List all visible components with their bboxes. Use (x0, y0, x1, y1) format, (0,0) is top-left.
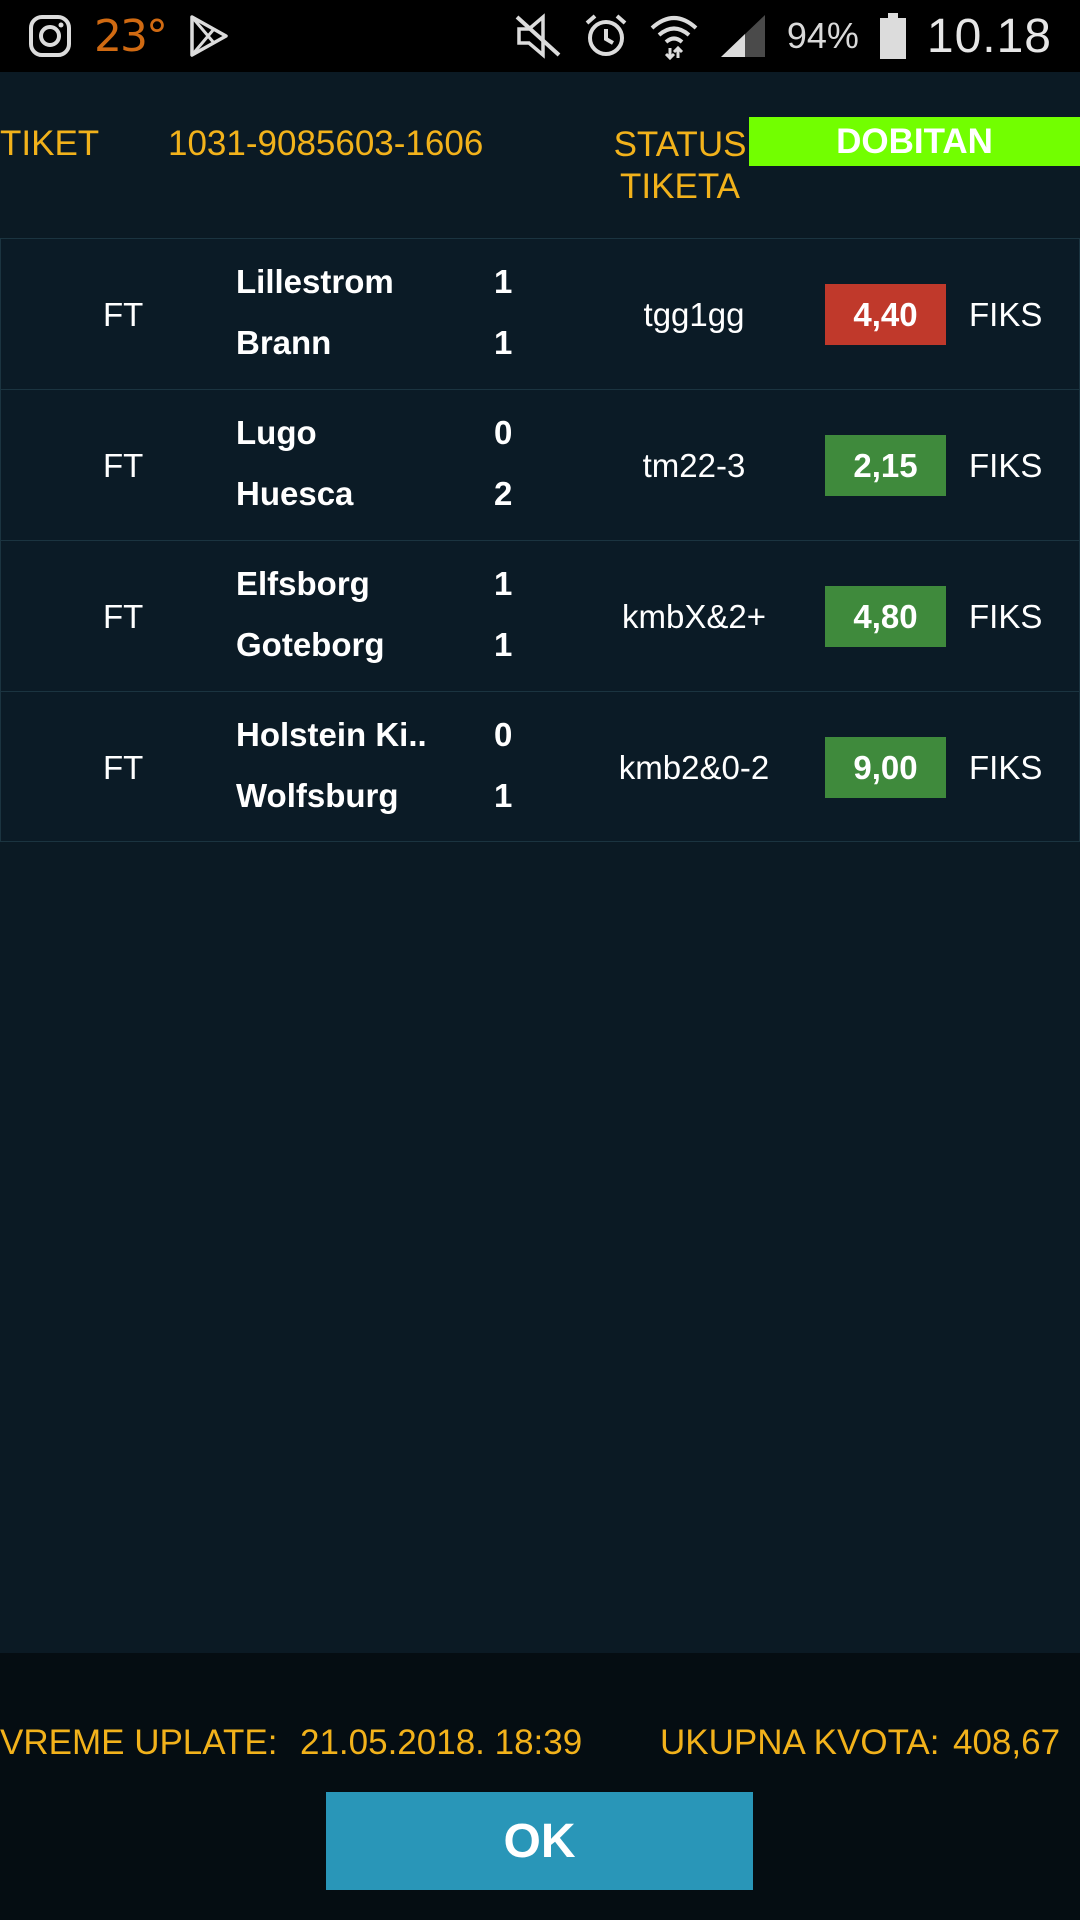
match-row[interactable]: FT Lugo Huesca 0 2 tm22-3 2,15 FIKS (0, 389, 1080, 540)
match-row[interactable]: FT Elfsborg Goteborg 1 1 kmbX&2+ 4,80 FI… (0, 540, 1080, 691)
bet-tip: tgg1gg (643, 295, 745, 333)
bet-tip: kmbX&2+ (622, 597, 766, 635)
bet-type: FIKS (969, 597, 1043, 635)
ticket-header: TIKET 1031-9085603-1606 STATUS TIKETA DO… (0, 72, 1080, 238)
total-odds-value: 408,67 (953, 1723, 1061, 1762)
ticket-footer: VREME UPLATE: 21.05.2018. 18:39 UKUPNA K… (0, 1653, 1080, 1920)
battery-percent-text: 94% (786, 15, 859, 56)
bet-tip: kmb2&0-2 (618, 748, 770, 786)
match-period: FT (103, 748, 144, 786)
away-score: 1 (494, 777, 513, 814)
odd-badge: 4,40 (825, 284, 946, 345)
signal-icon (720, 15, 765, 57)
ticket-label: TIKET (0, 124, 100, 163)
bet-type: FIKS (969, 446, 1043, 484)
away-score: 1 (494, 626, 513, 663)
bet-type: FIKS (969, 748, 1043, 786)
match-period: FT (103, 295, 144, 333)
payment-time-value: 21.05.2018. 18:39 (300, 1723, 583, 1762)
match-row[interactable]: FT Lillestrom Brann 1 1 tgg1gg 4,40 FIKS (0, 238, 1080, 389)
away-score: 1 (494, 324, 513, 361)
home-score: 0 (494, 716, 513, 753)
instagram-icon (29, 15, 71, 57)
battery-icon (879, 13, 906, 59)
odd-badge: 9,00 (825, 737, 946, 798)
total-odds-label: UKUPNA KVOTA: (660, 1723, 940, 1762)
home-team: Lugo (236, 414, 317, 451)
odd-badge: 2,15 (825, 435, 946, 496)
ticket-number: 1031-9085603-1606 (168, 124, 484, 163)
home-score: 0 (494, 414, 513, 451)
odd-badge: 4,80 (825, 586, 946, 647)
match-list: FT Lillestrom Brann 1 1 tgg1gg 4,40 FIKS… (0, 238, 1080, 842)
bet-type: FIKS (969, 295, 1043, 333)
status-label: STATUS TIKETA (613, 125, 747, 206)
clock-text: 10.18 (926, 9, 1052, 63)
status-badge: DOBITAN (749, 117, 1080, 166)
home-team: Lillestrom (236, 263, 394, 300)
home-score: 1 (494, 565, 513, 602)
home-team: Elfsborg (236, 565, 370, 602)
away-team: Huesca (236, 475, 354, 512)
bet-tip: tm22-3 (642, 446, 746, 484)
play-store-icon (190, 15, 228, 57)
away-score: 2 (494, 475, 513, 512)
away-team: Wolfsburg (236, 777, 399, 814)
home-score: 1 (494, 263, 513, 300)
mute-icon (515, 13, 561, 59)
alarm-icon (585, 14, 627, 56)
home-team: Holstein Ki.. (236, 716, 427, 753)
match-period: FT (103, 446, 144, 484)
away-team: Brann (236, 324, 332, 361)
status-bar: 23° 94% 10.18 (0, 0, 1080, 72)
ok-button[interactable]: OK (326, 1792, 753, 1890)
payment-time-label: VREME UPLATE: (0, 1723, 278, 1762)
temperature-text: 23° (94, 10, 168, 62)
match-period: FT (103, 597, 144, 635)
match-row[interactable]: FT Holstein Ki.. Wolfsburg 0 1 kmb2&0-2 … (0, 691, 1080, 842)
wifi-icon (650, 16, 698, 60)
away-team: Goteborg (236, 626, 385, 663)
